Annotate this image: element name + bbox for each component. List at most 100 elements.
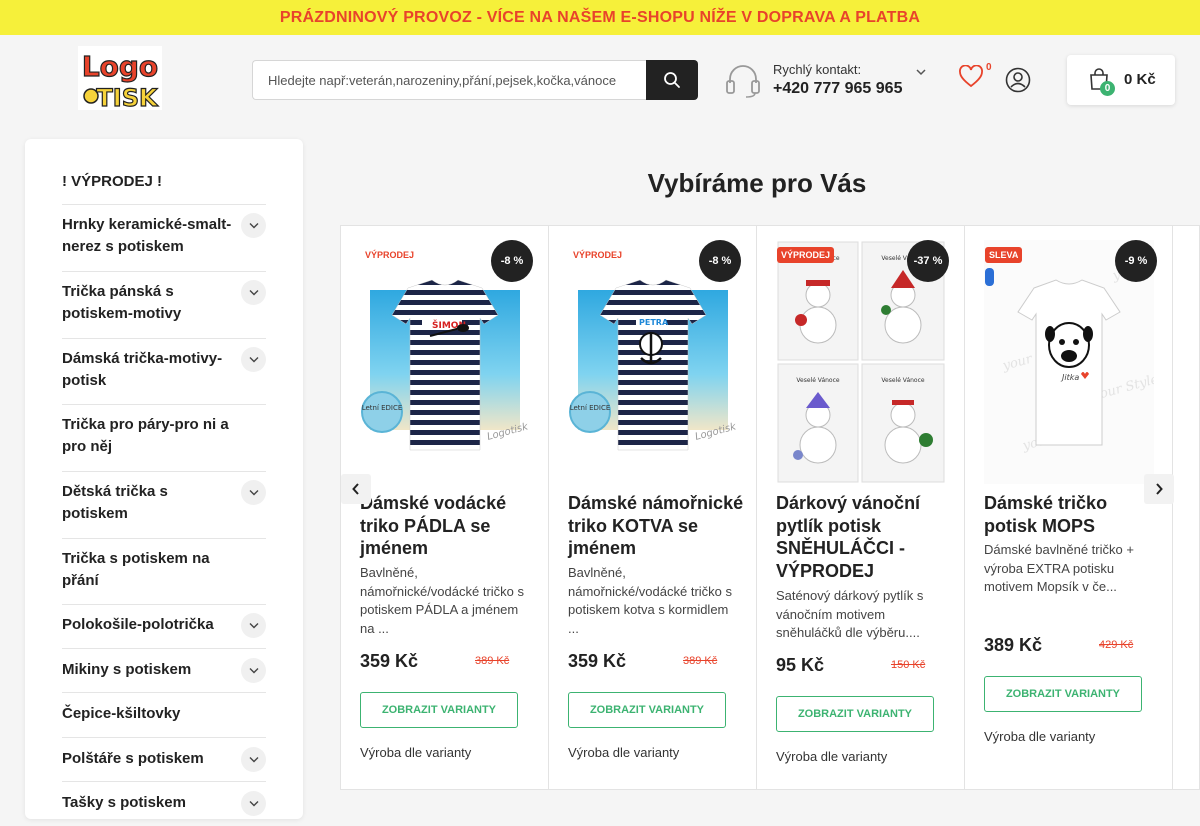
sidebar-item-label: Trička pro páry-pro ni a pro něj	[62, 416, 229, 455]
discount-badge: -9 %	[1115, 240, 1157, 282]
sidebar-item-label: Trička s potiskem na přání	[62, 550, 210, 589]
chevron-down-icon	[249, 623, 258, 629]
wishlist-button[interactable]: 0	[958, 62, 998, 99]
sidebar-item-tricka-pary[interactable]: Trička pro páry-pro ni a pro něj	[62, 405, 266, 472]
edition-badge-text: Letní EDICE	[362, 404, 403, 412]
product-description: Bavlněné, námořnické/vodácké tričko s po…	[568, 565, 733, 636]
expand-toggle[interactable]	[241, 613, 266, 638]
sidebar-item-label: Hrnky keramické-smalt-nerez s potiskem	[62, 216, 232, 255]
product-card[interactable]: ŠIMON Letní EDICE Logotisk VÝPRODEJ -8 %…	[341, 226, 549, 789]
expand-toggle[interactable]	[241, 280, 266, 305]
chevron-down-icon	[249, 223, 258, 229]
expand-toggle[interactable]	[241, 658, 266, 683]
expand-toggle[interactable]	[241, 347, 266, 372]
sidebar-item-label: ! VÝPRODEJ !	[62, 173, 163, 190]
sidebar-item-label: Čepice-kšiltovky	[62, 705, 181, 722]
show-variants-button[interactable]: ZOBRAZIT VARIANTY	[360, 692, 518, 728]
product-old-price: 389 Kč	[475, 655, 510, 667]
product-availability: Výroba dle varianty	[984, 729, 1096, 744]
logo-text-top: Logo	[82, 50, 158, 83]
chevron-right-icon	[1156, 483, 1163, 495]
product-card[interactable]: Veselé Vánoce Veselé Vánoce Veselé Vánoc…	[757, 226, 965, 789]
product-description: Dámské bavlněné tričko + výroba EXTRA po…	[984, 542, 1134, 594]
sidebar-item-hrnky[interactable]: Hrnky keramické-smalt-nerez s potiskem	[62, 205, 266, 272]
sidebar-item-polstare[interactable]: Polštáře s potiskem	[62, 738, 266, 782]
expand-toggle[interactable]	[241, 213, 266, 238]
sidebar-item-tricka-na-prani[interactable]: Trička s potiskem na přání	[62, 539, 266, 605]
contact-label: Rychlý kontakt:	[773, 62, 862, 77]
product-description: Bavlněné, námořnické/vodácké tričko s po…	[360, 565, 525, 636]
account-button[interactable]	[1005, 67, 1031, 98]
wishlist-count: 0	[986, 62, 992, 73]
expand-toggle[interactable]	[241, 791, 266, 816]
heart-icon	[959, 64, 983, 88]
logo-text-bottom: TISK	[96, 84, 159, 110]
search-input[interactable]	[252, 60, 646, 100]
section-title: Vybíráme pro Vás	[647, 168, 867, 198]
product-tag: VÝPRODEJ	[365, 250, 415, 260]
sidebar-item-label: Tašky s potiskem	[62, 794, 186, 811]
bag-caption: Veselé Vánoce	[881, 377, 925, 384]
sidebar-item-cepice[interactable]: Čepice-kšiltovky	[62, 693, 266, 738]
sidebar-item-tricka-panska[interactable]: Trička pánská s potiskem-motivy	[62, 272, 266, 339]
sidebar-item-tasky[interactable]: Tašky s potiskem	[62, 782, 266, 826]
sidebar-item-polokosile[interactable]: Polokošile-polotrička	[62, 605, 266, 649]
product-tag: VÝPRODEJ	[777, 247, 835, 263]
product-description: Saténový dárkový pytlík s vánočním motiv…	[776, 588, 924, 640]
chevron-down-icon	[249, 290, 258, 296]
product-old-price: 389 Kč	[683, 655, 718, 667]
product-availability: Výroba dle varianty	[776, 749, 888, 764]
site-header: Logo TISK Rychlý kontakt: +420 777 965 9…	[0, 35, 1200, 125]
product-name[interactable]: Dámské tričko potisk MOPS	[984, 492, 1164, 537]
show-variants-button[interactable]: ZOBRAZIT VARIANTY	[776, 696, 934, 732]
product-name[interactable]: Dámské námořnické triko KOTVA se jménem	[568, 492, 748, 560]
sidebar-item-mikiny[interactable]: Mikiny s potiskem	[62, 649, 266, 693]
sidebar-item-detska-tricka[interactable]: Dětská trička s potiskem	[62, 472, 266, 539]
headset-icon	[726, 65, 760, 98]
product-price: 389 Kč	[984, 635, 1043, 655]
search-bar	[252, 60, 698, 100]
sidebar-item-damska-tricka[interactable]: Dámská trička-motivy-potisk	[62, 339, 266, 405]
search-button[interactable]	[646, 60, 698, 100]
product-availability: Výroba dle varianty	[360, 745, 472, 760]
sidebar-item-label: Polštáře s potiskem	[62, 750, 204, 767]
cart-button[interactable]: 0 0 Kč	[1067, 55, 1175, 105]
quick-contact[interactable]: Rychlý kontakt: +420 777 965 965	[724, 59, 934, 103]
contact-phone[interactable]: +420 777 965 965	[773, 80, 902, 98]
product-name[interactable]: Dárkový vánoční pytlík potisk SNĚHULÁČCI…	[776, 492, 956, 582]
svg-text:Jitka: Jitka	[1060, 373, 1079, 382]
show-variants-button[interactable]: ZOBRAZIT VARIANTY	[984, 676, 1142, 712]
category-sidebar: ! VÝPRODEJ ! Hrnky keramické-smalt-nerez…	[25, 139, 303, 819]
svg-text:PETRA: PETRA	[639, 318, 669, 327]
search-icon	[664, 72, 680, 88]
sidebar-item-vyprodej[interactable]: ! VÝPRODEJ !	[62, 161, 266, 205]
show-variants-button[interactable]: ZOBRAZIT VARIANTY	[568, 692, 726, 728]
announcement-bar: PRÁZDNINOVÝ PROVOZ - VÍCE NA NAŠEM E-SHO…	[0, 0, 1200, 35]
logo[interactable]: Logo TISK	[78, 46, 162, 113]
carousel-next-button[interactable]	[1144, 474, 1174, 504]
product-tag: SLEVA	[985, 247, 1023, 263]
chevron-down-icon	[249, 357, 258, 363]
discount-badge: -8 %	[491, 240, 533, 282]
sidebar-item-label: Dámská trička-motivy-potisk	[62, 350, 223, 389]
expand-toggle[interactable]	[241, 747, 266, 772]
chevron-down-icon	[249, 757, 258, 763]
color-swatch[interactable]	[985, 268, 994, 286]
chevron-down-icon	[249, 801, 258, 807]
carousel-prev-button[interactable]	[341, 474, 371, 504]
sidebar-item-label: Trička pánská s potiskem-motivy	[62, 283, 182, 322]
discount-badge: -37 %	[907, 240, 949, 282]
chevron-down-icon	[249, 490, 258, 496]
product-card[interactable]: PETRA Letní EDICE Logotisk VÝPRODEJ -8 %…	[549, 226, 757, 789]
cart-total: 0 Kč	[1124, 71, 1156, 88]
product-card[interactable]: your Style your Style your Style your St…	[965, 226, 1180, 789]
product-tag: VÝPRODEJ	[573, 250, 623, 260]
expand-toggle[interactable]	[241, 480, 266, 505]
sidebar-item-label: Polokošile-polotrička	[62, 616, 214, 633]
product-old-price: 150 Kč	[891, 659, 926, 671]
discount-badge: -8 %	[699, 240, 741, 282]
user-icon	[1005, 67, 1031, 93]
cart-count-badge: 0	[1100, 81, 1115, 96]
product-carousel: ŠIMON Letní EDICE Logotisk VÝPRODEJ -8 %…	[340, 225, 1200, 790]
product-name[interactable]: Dámské vodácké triko PÁDLA se jménem	[360, 492, 540, 560]
